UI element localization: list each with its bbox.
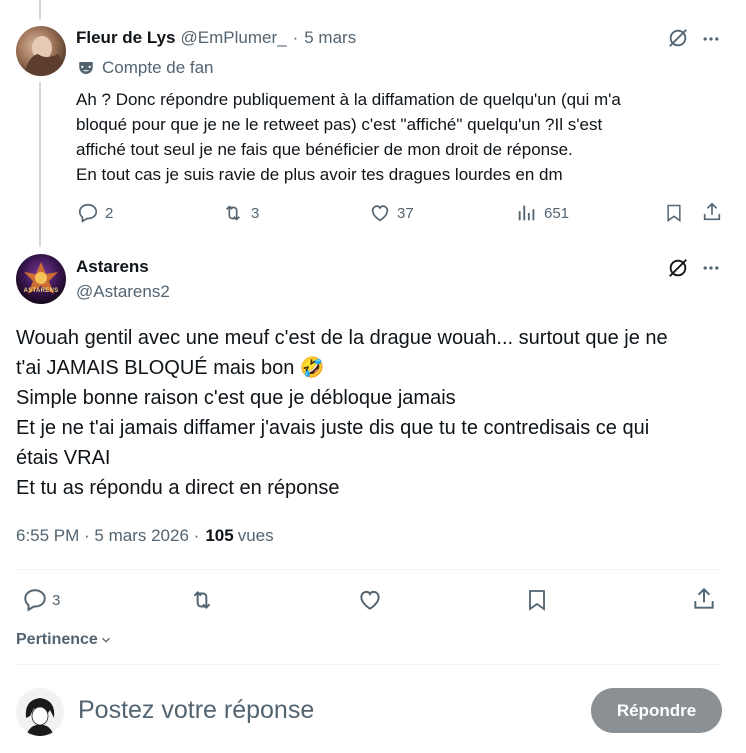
grok-icon	[667, 27, 689, 49]
like-count-parent: 37	[397, 204, 414, 222]
chevron-down-icon	[99, 633, 113, 647]
parent-time[interactable]: 5 mars	[304, 28, 356, 48]
main-tweet-meta: 6:55 PM · 5 mars 2026 · 105 vues	[16, 524, 274, 548]
share-button-main[interactable]	[691, 586, 717, 612]
heart-icon	[357, 587, 383, 613]
share-icon	[691, 586, 717, 612]
more-button-main[interactable]	[701, 258, 721, 278]
parent-fan-badge: Compte de fan	[77, 57, 214, 79]
grok-icon	[667, 257, 689, 279]
main-tweet-handle: @Astarens2	[76, 281, 170, 303]
parent-handle[interactable]: @EmPlumer_	[181, 28, 287, 48]
bookmark-icon	[525, 587, 549, 613]
reply-input[interactable]: Postez votre réponse	[78, 694, 314, 726]
retweet-button-parent[interactable]: 3	[221, 202, 259, 224]
reply-submit-button[interactable]: Répondre	[591, 688, 722, 733]
parent-display-name[interactable]: Fleur de Lys	[76, 28, 176, 48]
divider-meta	[16, 569, 722, 570]
bookmark-icon	[664, 202, 684, 224]
reply-button-parent[interactable]: 2	[77, 202, 113, 224]
view-count-main: 105	[205, 526, 234, 545]
main-tweet-name: Astarens	[76, 256, 149, 278]
main-display-name[interactable]: Astarens	[76, 257, 149, 277]
main-tweet-text: Wouah gentil avec une meuf c'est de la d…	[16, 323, 731, 503]
divider-composer	[16, 664, 722, 665]
views-icon	[516, 202, 538, 224]
rofl-emoji: 🤣	[299, 357, 325, 379]
reply-icon	[77, 202, 99, 224]
main-text-part-2: Simple bonne raison c'est que je débloqu…	[16, 387, 650, 499]
sort-dropdown[interactable]: Pertinence	[16, 629, 113, 651]
thread-line-top	[39, 0, 41, 20]
sort-label: Pertinence	[16, 631, 98, 648]
avatar-logo-text: ASTARENS	[23, 288, 59, 294]
main-text-part-1: Wouah gentil avec une meuf c'est de la d…	[16, 327, 668, 379]
parent-tweet-header: Fleur de Lys @EmPlumer_ · 5 mars	[76, 27, 356, 49]
grok-button-main[interactable]	[667, 257, 689, 279]
retweet-button-main[interactable]	[188, 587, 216, 613]
retweet-icon	[221, 202, 245, 224]
reply-count-main: 3	[52, 591, 61, 609]
grok-button-parent[interactable]	[667, 27, 689, 49]
fan-badge-label: Compte de fan	[102, 58, 214, 77]
mask-icon	[77, 59, 95, 77]
avatar-astarens[interactable]: ASTARENS	[16, 254, 66, 304]
views-button-parent[interactable]: 651	[516, 202, 569, 224]
thread-connector-line	[39, 82, 41, 247]
header-separator: ·	[292, 28, 299, 47]
share-icon	[701, 201, 723, 223]
main-handle[interactable]: @Astarens2	[76, 282, 170, 302]
reply-count-parent: 2	[105, 204, 114, 222]
retweet-count-parent: 3	[251, 204, 260, 222]
avatar-fleur-de-lys[interactable]	[16, 26, 66, 76]
more-icon	[701, 29, 721, 49]
reply-button-main[interactable]: 3	[22, 587, 60, 613]
reply-icon	[22, 587, 48, 613]
share-button-parent[interactable]	[701, 201, 723, 223]
parent-tweet-text: Ah ? Donc répondre publiquement à la dif…	[76, 90, 621, 184]
views-label: vues	[237, 526, 274, 545]
like-button-parent[interactable]: 37	[369, 202, 414, 224]
view-count-parent: 651	[544, 204, 570, 222]
retweet-icon	[188, 587, 216, 613]
bookmark-button-main[interactable]	[525, 587, 549, 613]
like-button-main[interactable]	[357, 587, 383, 613]
more-icon	[701, 258, 721, 278]
avatar-current-user[interactable]	[16, 688, 64, 736]
bookmark-button-parent[interactable]	[664, 202, 684, 224]
heart-icon	[369, 202, 391, 224]
more-button-parent[interactable]	[701, 29, 721, 49]
tweet-timestamp[interactable]: 6:55 PM · 5 mars 2026 ·	[16, 526, 199, 546]
